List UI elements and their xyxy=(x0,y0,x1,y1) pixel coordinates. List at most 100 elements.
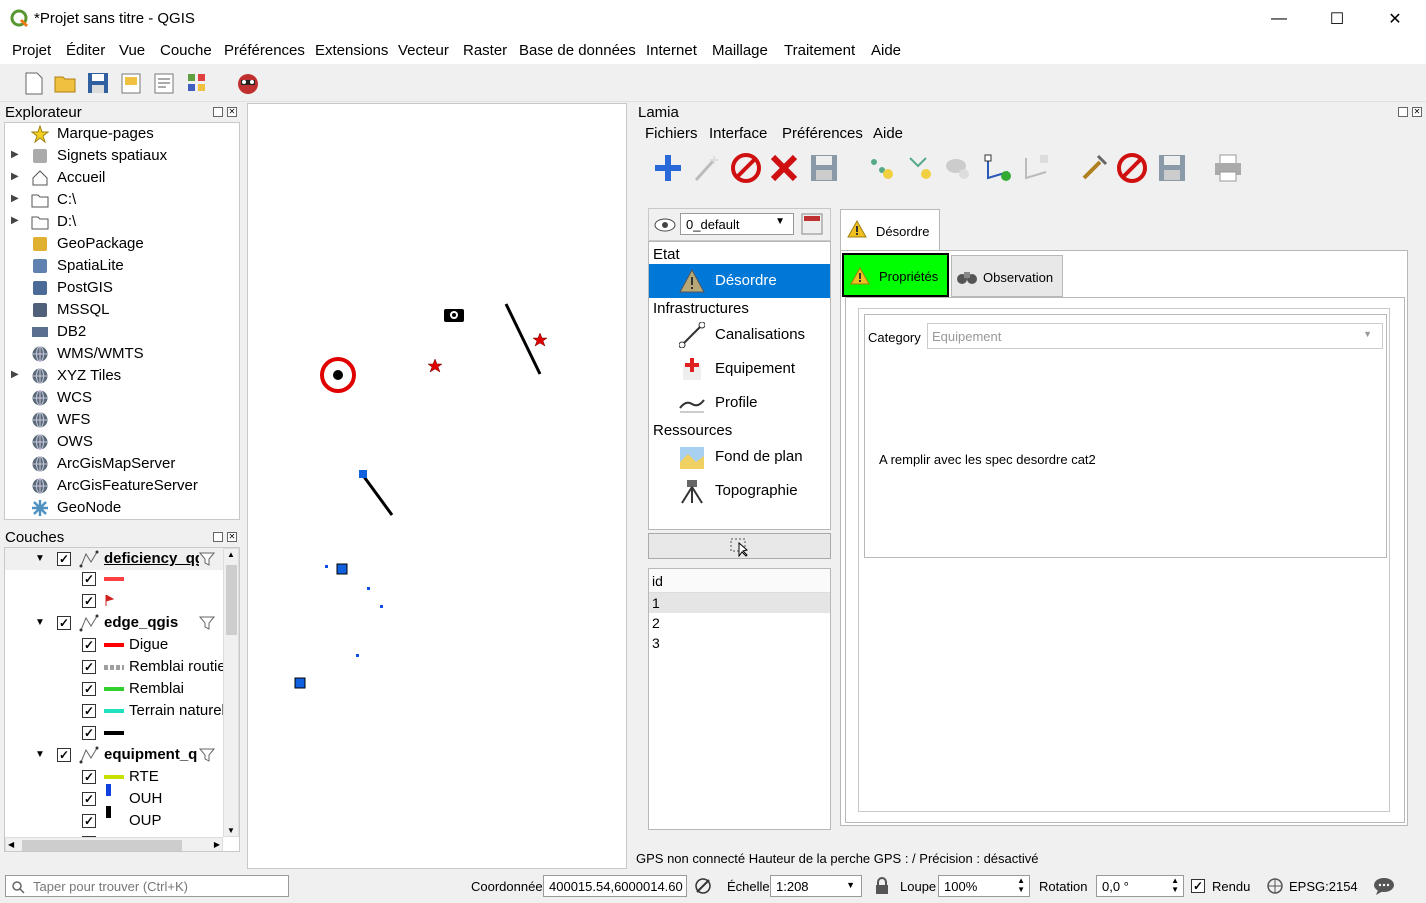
browser-item[interactable]: ▶ D:\ xyxy=(5,211,239,233)
layer-class-item[interactable]: ✓ OUP xyxy=(5,806,223,832)
star-marker[interactable] xyxy=(427,358,443,373)
lamia-menu-interface[interactable]: Interface xyxy=(709,125,767,142)
messages-icon[interactable] xyxy=(1373,876,1395,896)
close-button[interactable]: ✕ xyxy=(1366,0,1424,38)
list-item[interactable]: 3 xyxy=(649,633,830,653)
menu-extensions[interactable]: Extensions xyxy=(315,42,388,59)
browser-item[interactable]: WCS xyxy=(5,387,239,409)
lamia-menu-fichiers[interactable]: Fichiers xyxy=(645,125,698,142)
expand-arrow-icon[interactable]: ▶ xyxy=(11,149,19,160)
equipment-point[interactable] xyxy=(336,563,348,575)
locator-search-input[interactable]: Taper pour trouver (Ctrl+K) xyxy=(5,875,289,897)
menu-traitement[interactable]: Traitement xyxy=(784,42,855,59)
close-panel-icon[interactable]: ✕ xyxy=(227,532,237,542)
menu-editer[interactable]: Éditer xyxy=(66,42,105,59)
open-project-icon[interactable] xyxy=(53,71,77,95)
tree-item-canalisations[interactable]: Canalisations xyxy=(649,318,830,352)
edit-nodes-disabled-icon[interactable] xyxy=(1020,152,1052,184)
layer-group[interactable]: ▼ ✓ equipment_q xyxy=(5,744,223,766)
layer-class-item[interactable]: ✓ Digue xyxy=(5,634,223,656)
print-icon[interactable] xyxy=(1212,152,1244,184)
layer-class-item[interactable]: ✓ OUH xyxy=(5,784,223,810)
list-item[interactable]: 2 xyxy=(649,613,830,633)
close-panel-icon[interactable]: ✕ xyxy=(1412,107,1422,117)
cancel-icon[interactable] xyxy=(1116,152,1148,184)
layers-vertical-scrollbar[interactable]: ▲ ▼ xyxy=(223,548,239,837)
save-icon[interactable] xyxy=(1156,152,1188,184)
select-feature-button[interactable] xyxy=(648,533,831,559)
browser-item[interactable]: ▶ XYZ Tiles xyxy=(5,365,239,387)
new-print-layout-icon[interactable] xyxy=(119,71,143,95)
expand-arrow-icon[interactable]: ▶ xyxy=(11,215,19,226)
star-marker[interactable] xyxy=(532,332,548,347)
tree-item-topographie[interactable]: Topographie xyxy=(649,474,830,508)
menu-aide[interactable]: Aide xyxy=(871,42,901,59)
add-icon[interactable] xyxy=(652,152,684,184)
browser-item[interactable]: ▶ Accueil xyxy=(5,167,239,189)
class-visibility-checkbox[interactable]: ✓ xyxy=(82,594,96,608)
rhf-point[interactable] xyxy=(356,654,359,657)
browser-item[interactable]: Marque-pages xyxy=(5,123,239,145)
tree-item-desordre[interactable]: Désordre xyxy=(649,264,830,298)
browser-item[interactable]: ▶ Signets spatiaux xyxy=(5,145,239,167)
browser-item[interactable]: SpatiaLite xyxy=(5,255,239,277)
browser-item[interactable]: PostGIS xyxy=(5,277,239,299)
browser-item[interactable]: WMS/WMTS xyxy=(5,343,239,365)
rotation-field[interactable]: 0,0 ° ▲ ▼ xyxy=(1096,875,1184,897)
menu-vecteur[interactable]: Vecteur xyxy=(398,42,449,59)
layer-visibility-checkbox[interactable]: ✓ xyxy=(57,552,71,566)
scroll-thumb[interactable] xyxy=(226,565,237,635)
add-point-icon[interactable] xyxy=(866,152,898,184)
browser-item[interactable]: GeoNode xyxy=(5,497,239,519)
tab-desordre[interactable]: Désordre xyxy=(840,209,940,251)
style-manager-icon[interactable] xyxy=(185,71,209,95)
class-visibility-checkbox[interactable]: ✓ xyxy=(82,726,96,740)
delete-icon[interactable] xyxy=(768,152,800,184)
browser-item[interactable]: ArcGisFeatureServer xyxy=(5,475,239,497)
class-visibility-checkbox[interactable]: ✓ xyxy=(82,638,96,652)
rhf-point[interactable] xyxy=(367,587,370,590)
layer-class-item[interactable]: ✓ xyxy=(5,722,223,744)
layer-class-item[interactable]: ✓ RTE xyxy=(5,766,223,788)
menu-couche[interactable]: Couche xyxy=(160,42,212,59)
new-project-icon[interactable] xyxy=(22,71,46,95)
lamia-plugin-icon[interactable] xyxy=(236,71,260,95)
rhf-point[interactable] xyxy=(325,565,328,568)
layout-manager-icon[interactable] xyxy=(152,71,176,95)
class-visibility-checkbox[interactable]: ✓ xyxy=(82,572,96,586)
layer-class-item[interactable]: ✓ xyxy=(5,568,223,590)
lamia-menu-aide[interactable]: Aide xyxy=(873,125,903,142)
layer-visibility-checkbox[interactable]: ✓ xyxy=(57,616,71,630)
class-visibility-checkbox[interactable]: ✓ xyxy=(82,660,96,674)
layers-horizontal-scrollbar[interactable]: ◀ ▶ xyxy=(5,837,223,851)
close-panel-icon[interactable]: ✕ xyxy=(227,107,237,117)
browser-item[interactable]: OWS xyxy=(5,431,239,453)
class-visibility-checkbox[interactable]: ✓ xyxy=(82,682,96,696)
class-visibility-checkbox[interactable]: ✓ xyxy=(82,792,96,806)
save-icon[interactable] xyxy=(808,152,840,184)
expand-arrow-icon[interactable]: ▶ xyxy=(11,369,19,380)
menu-vue[interactable]: Vue xyxy=(119,42,145,59)
scroll-up-icon[interactable]: ▲ xyxy=(227,550,235,559)
collapse-arrow-icon[interactable]: ▼ xyxy=(35,553,45,564)
browser-item[interactable]: ▶ C:\ xyxy=(5,189,239,211)
tree-item-equipement[interactable]: Equipement xyxy=(649,352,830,386)
crs-globe-icon[interactable] xyxy=(1266,877,1284,895)
filter-icon[interactable] xyxy=(199,747,215,763)
list-item[interactable]: 1 xyxy=(649,593,830,613)
map-canvas[interactable] xyxy=(247,103,627,869)
equipment-point[interactable] xyxy=(294,677,306,689)
scroll-right-icon[interactable]: ▶ xyxy=(214,840,220,849)
tools-icon[interactable] xyxy=(1078,152,1110,184)
layer-visibility-checkbox[interactable]: ✓ xyxy=(57,748,71,762)
view-select-dropdown[interactable]: 0_default ▼ xyxy=(680,213,794,235)
menu-internet[interactable]: Internet xyxy=(646,42,697,59)
filter-icon[interactable] xyxy=(199,615,215,631)
layer-class-item[interactable]: ✓ xyxy=(5,590,223,612)
layer-class-item[interactable]: ✓ Remblai xyxy=(5,678,223,700)
crs-label[interactable]: EPSG:2154 xyxy=(1289,879,1358,894)
category-select[interactable]: Equipement ▼ xyxy=(927,323,1383,349)
float-panel-icon[interactable] xyxy=(1398,107,1408,117)
browser-item[interactable]: GeoPackage xyxy=(5,233,239,255)
class-visibility-checkbox[interactable]: ✓ xyxy=(82,814,96,828)
